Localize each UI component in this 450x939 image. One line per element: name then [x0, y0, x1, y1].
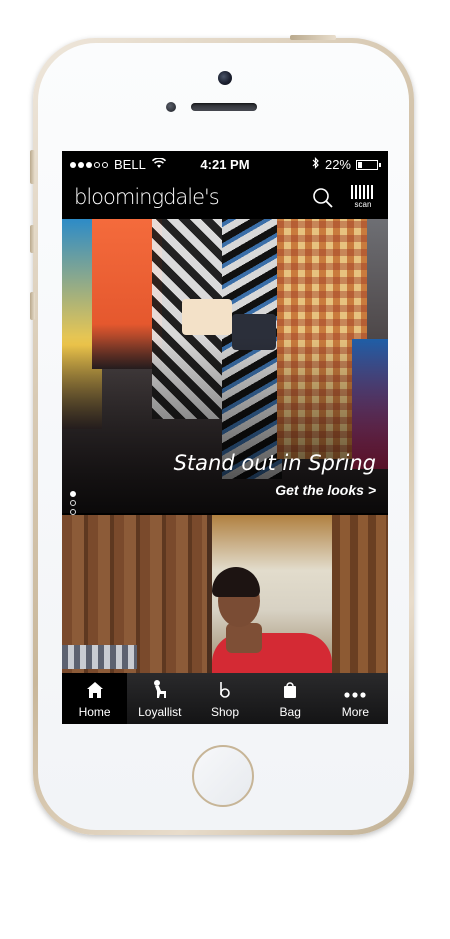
pager-dot[interactable] — [70, 491, 76, 497]
tab-loyallist[interactable]: Loyallist — [127, 673, 192, 724]
app-header: bloomingdale's scan — [62, 177, 388, 219]
battery-percent: 22% — [324, 157, 351, 172]
tab-label: Loyallist — [138, 705, 182, 719]
scan-label: scan — [354, 200, 372, 209]
promo-image-part — [62, 645, 137, 669]
promo-banner[interactable] — [62, 515, 388, 673]
status-right: 22% — [312, 157, 381, 172]
proximity-sensor — [166, 102, 176, 112]
brand-logo[interactable]: bloomingdale's — [74, 185, 220, 209]
hero-cta-link[interactable]: Get the looks > — [275, 482, 376, 498]
more-icon — [323, 673, 388, 699]
volume-down-button — [30, 292, 35, 320]
search-icon[interactable] — [312, 187, 334, 209]
earpiece-speaker — [191, 103, 257, 111]
pager-dot[interactable] — [70, 500, 76, 506]
scan-button[interactable]: scan — [351, 185, 375, 211]
bluetooth-icon — [312, 157, 320, 172]
tab-more[interactable]: More — [323, 673, 388, 724]
tab-home[interactable]: Home — [62, 673, 128, 724]
home-button[interactable] — [192, 745, 254, 807]
power-button — [290, 35, 336, 40]
tab-shop[interactable]: Shop — [192, 673, 257, 724]
dog-icon — [127, 673, 192, 699]
status-bar: BELL 4:21 PM 22% — [62, 151, 388, 177]
battery-icon — [356, 159, 381, 170]
tab-bag[interactable]: Bag — [258, 673, 323, 724]
promo-image-part — [332, 515, 388, 673]
tab-label: Shop — [210, 705, 240, 719]
tab-label: More — [341, 705, 370, 719]
front-camera — [218, 71, 232, 85]
tab-label: Bag — [279, 705, 301, 719]
app-screen: BELL 4:21 PM 22% bloomingdale's scan Sta… — [62, 151, 388, 724]
volume-up-button — [30, 225, 35, 253]
hero-banner[interactable]: Stand out in Spring Get the looks > — [62, 219, 388, 513]
hero-headline: Stand out in Spring — [173, 451, 376, 475]
home-icon — [62, 673, 127, 699]
tab-bar: Home Loyallist Shop Bag More — [62, 673, 388, 724]
mute-switch — [30, 150, 35, 184]
b-logo-icon — [192, 673, 257, 699]
bag-icon — [258, 673, 323, 699]
barcode-icon — [351, 185, 375, 199]
promo-image-part — [226, 623, 262, 653]
tab-label: Home — [78, 705, 111, 719]
